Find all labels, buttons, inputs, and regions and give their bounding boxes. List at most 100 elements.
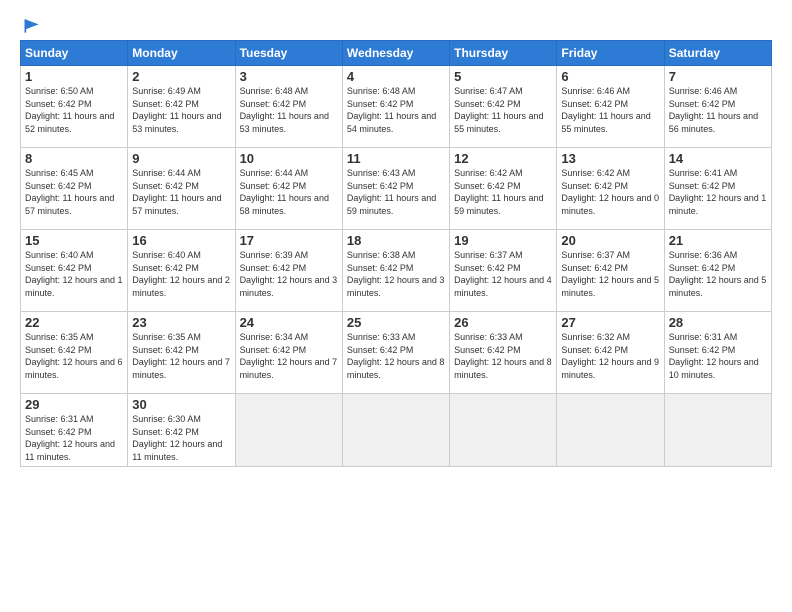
calendar-cell [557, 394, 664, 467]
calendar-cell: 5Sunrise: 6:47 AMSunset: 6:42 PMDaylight… [450, 66, 557, 148]
calendar-cell: 19Sunrise: 6:37 AMSunset: 6:42 PMDayligh… [450, 230, 557, 312]
day-number: 24 [240, 315, 338, 330]
day-info: Sunrise: 6:46 AMSunset: 6:42 PMDaylight:… [669, 85, 767, 135]
day-info: Sunrise: 6:35 AMSunset: 6:42 PMDaylight:… [25, 331, 123, 381]
day-number: 23 [132, 315, 230, 330]
day-number: 11 [347, 151, 445, 166]
day-number: 3 [240, 69, 338, 84]
day-info: Sunrise: 6:41 AMSunset: 6:42 PMDaylight:… [669, 167, 767, 217]
page: SundayMondayTuesdayWednesdayThursdayFrid… [0, 0, 792, 612]
day-number: 6 [561, 69, 659, 84]
calendar-week-row-4: 22Sunrise: 6:35 AMSunset: 6:42 PMDayligh… [21, 312, 772, 394]
day-info: Sunrise: 6:30 AMSunset: 6:42 PMDaylight:… [132, 413, 230, 463]
day-number: 12 [454, 151, 552, 166]
calendar-week-row-1: 1Sunrise: 6:50 AMSunset: 6:42 PMDaylight… [21, 66, 772, 148]
day-info: Sunrise: 6:37 AMSunset: 6:42 PMDaylight:… [454, 249, 552, 299]
calendar-cell: 4Sunrise: 6:48 AMSunset: 6:42 PMDaylight… [342, 66, 449, 148]
day-number: 14 [669, 151, 767, 166]
calendar-cell: 6Sunrise: 6:46 AMSunset: 6:42 PMDaylight… [557, 66, 664, 148]
calendar-cell: 3Sunrise: 6:48 AMSunset: 6:42 PMDaylight… [235, 66, 342, 148]
day-info: Sunrise: 6:44 AMSunset: 6:42 PMDaylight:… [240, 167, 338, 217]
day-number: 22 [25, 315, 123, 330]
calendar-cell [664, 394, 771, 467]
calendar-cell: 17Sunrise: 6:39 AMSunset: 6:42 PMDayligh… [235, 230, 342, 312]
calendar-table: SundayMondayTuesdayWednesdayThursdayFrid… [20, 40, 772, 467]
day-info: Sunrise: 6:48 AMSunset: 6:42 PMDaylight:… [347, 85, 445, 135]
day-number: 16 [132, 233, 230, 248]
day-number: 25 [347, 315, 445, 330]
day-number: 29 [25, 397, 123, 412]
weekday-header-thursday: Thursday [450, 41, 557, 66]
day-number: 30 [132, 397, 230, 412]
weekday-header-wednesday: Wednesday [342, 41, 449, 66]
day-number: 19 [454, 233, 552, 248]
day-info: Sunrise: 6:42 AMSunset: 6:42 PMDaylight:… [454, 167, 552, 217]
calendar-cell: 22Sunrise: 6:35 AMSunset: 6:42 PMDayligh… [21, 312, 128, 394]
calendar-cell: 14Sunrise: 6:41 AMSunset: 6:42 PMDayligh… [664, 148, 771, 230]
logo [20, 16, 42, 32]
day-number: 9 [132, 151, 230, 166]
day-info: Sunrise: 6:33 AMSunset: 6:42 PMDaylight:… [347, 331, 445, 381]
day-info: Sunrise: 6:49 AMSunset: 6:42 PMDaylight:… [132, 85, 230, 135]
weekday-header-saturday: Saturday [664, 41, 771, 66]
calendar-cell: 12Sunrise: 6:42 AMSunset: 6:42 PMDayligh… [450, 148, 557, 230]
calendar-cell: 7Sunrise: 6:46 AMSunset: 6:42 PMDaylight… [664, 66, 771, 148]
day-number: 26 [454, 315, 552, 330]
day-number: 15 [25, 233, 123, 248]
day-info: Sunrise: 6:37 AMSunset: 6:42 PMDaylight:… [561, 249, 659, 299]
calendar-cell: 23Sunrise: 6:35 AMSunset: 6:42 PMDayligh… [128, 312, 235, 394]
calendar-cell: 25Sunrise: 6:33 AMSunset: 6:42 PMDayligh… [342, 312, 449, 394]
calendar-cell [342, 394, 449, 467]
calendar-cell: 20Sunrise: 6:37 AMSunset: 6:42 PMDayligh… [557, 230, 664, 312]
calendar-cell: 1Sunrise: 6:50 AMSunset: 6:42 PMDaylight… [21, 66, 128, 148]
calendar-cell: 11Sunrise: 6:43 AMSunset: 6:42 PMDayligh… [342, 148, 449, 230]
day-info: Sunrise: 6:31 AMSunset: 6:42 PMDaylight:… [25, 413, 123, 463]
day-info: Sunrise: 6:45 AMSunset: 6:42 PMDaylight:… [25, 167, 123, 217]
calendar-cell: 30Sunrise: 6:30 AMSunset: 6:42 PMDayligh… [128, 394, 235, 467]
weekday-header-sunday: Sunday [21, 41, 128, 66]
day-info: Sunrise: 6:40 AMSunset: 6:42 PMDaylight:… [132, 249, 230, 299]
day-number: 1 [25, 69, 123, 84]
day-number: 4 [347, 69, 445, 84]
day-info: Sunrise: 6:38 AMSunset: 6:42 PMDaylight:… [347, 249, 445, 299]
day-number: 8 [25, 151, 123, 166]
day-info: Sunrise: 6:33 AMSunset: 6:42 PMDaylight:… [454, 331, 552, 381]
calendar-cell: 27Sunrise: 6:32 AMSunset: 6:42 PMDayligh… [557, 312, 664, 394]
weekday-header-friday: Friday [557, 41, 664, 66]
day-info: Sunrise: 6:47 AMSunset: 6:42 PMDaylight:… [454, 85, 552, 135]
day-number: 17 [240, 233, 338, 248]
calendar-cell [450, 394, 557, 467]
weekday-header-row: SundayMondayTuesdayWednesdayThursdayFrid… [21, 41, 772, 66]
day-number: 13 [561, 151, 659, 166]
logo-flag-icon [22, 16, 42, 36]
header [20, 16, 772, 32]
day-info: Sunrise: 6:50 AMSunset: 6:42 PMDaylight:… [25, 85, 123, 135]
calendar-cell: 21Sunrise: 6:36 AMSunset: 6:42 PMDayligh… [664, 230, 771, 312]
day-info: Sunrise: 6:48 AMSunset: 6:42 PMDaylight:… [240, 85, 338, 135]
day-number: 27 [561, 315, 659, 330]
day-number: 20 [561, 233, 659, 248]
calendar-cell: 18Sunrise: 6:38 AMSunset: 6:42 PMDayligh… [342, 230, 449, 312]
day-info: Sunrise: 6:32 AMSunset: 6:42 PMDaylight:… [561, 331, 659, 381]
calendar-cell: 13Sunrise: 6:42 AMSunset: 6:42 PMDayligh… [557, 148, 664, 230]
day-info: Sunrise: 6:46 AMSunset: 6:42 PMDaylight:… [561, 85, 659, 135]
day-number: 2 [132, 69, 230, 84]
weekday-header-monday: Monday [128, 41, 235, 66]
calendar-cell: 28Sunrise: 6:31 AMSunset: 6:42 PMDayligh… [664, 312, 771, 394]
day-info: Sunrise: 6:44 AMSunset: 6:42 PMDaylight:… [132, 167, 230, 217]
calendar-cell: 26Sunrise: 6:33 AMSunset: 6:42 PMDayligh… [450, 312, 557, 394]
calendar-cell: 16Sunrise: 6:40 AMSunset: 6:42 PMDayligh… [128, 230, 235, 312]
day-number: 21 [669, 233, 767, 248]
calendar-week-row-3: 15 Sunrise: 6:40 AMSunset: 6:42 PMDayligh… [21, 230, 772, 312]
calendar-cell: 8Sunrise: 6:45 AMSunset: 6:42 PMDaylight… [21, 148, 128, 230]
day-number: 10 [240, 151, 338, 166]
day-number: 7 [669, 69, 767, 84]
day-info: Sunrise: 6:43 AMSunset: 6:42 PMDaylight:… [347, 167, 445, 217]
calendar-cell: 29Sunrise: 6:31 AMSunset: 6:42 PMDayligh… [21, 394, 128, 467]
day-number: 5 [454, 69, 552, 84]
calendar-cell: 9Sunrise: 6:44 AMSunset: 6:42 PMDaylight… [128, 148, 235, 230]
calendar-cell: 15Sunrise: 6:40 AMSunset: 6:42 PMDayligh… [21, 230, 128, 312]
day-info: Sunrise: 6:42 AMSunset: 6:42 PMDaylight:… [561, 167, 659, 217]
day-info: Sunrise: 6:39 AMSunset: 6:42 PMDaylight:… [240, 249, 338, 299]
calendar-cell [235, 394, 342, 467]
